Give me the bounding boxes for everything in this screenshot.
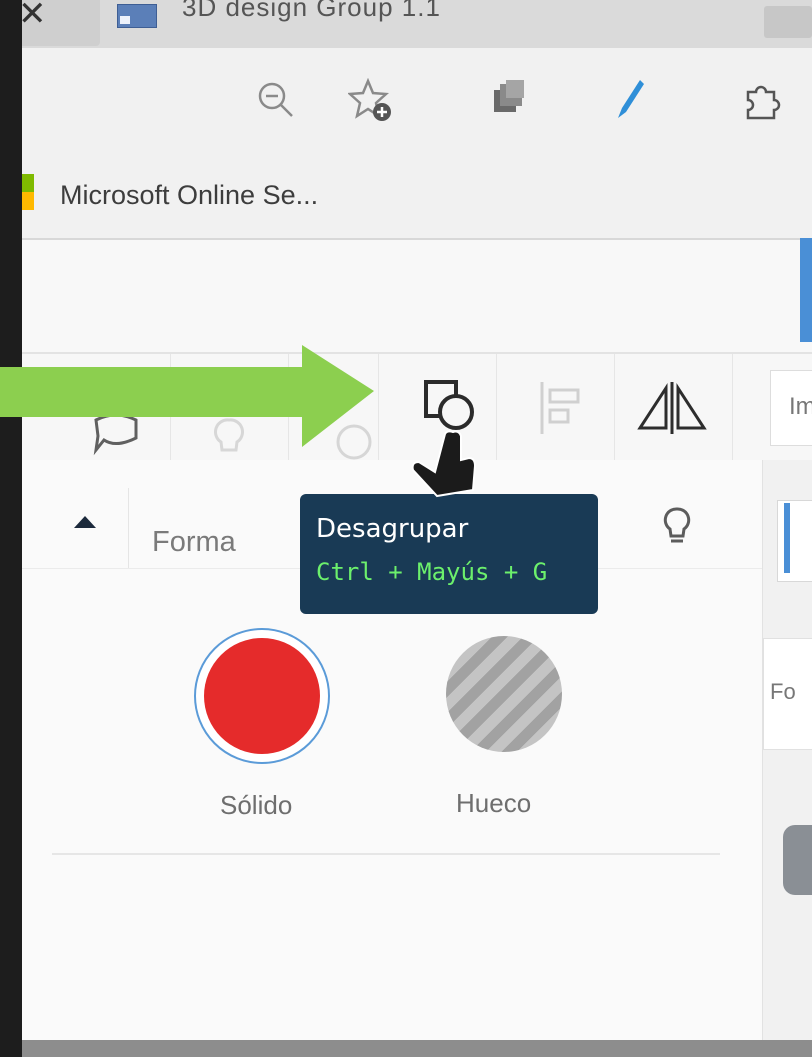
extensions-icon[interactable]	[740, 78, 786, 129]
tab-title[interactable]: 3D design Group 1.1	[182, 0, 441, 23]
accent-edge	[800, 238, 812, 342]
pen-icon[interactable]	[612, 78, 648, 127]
zoom-out-icon[interactable]	[254, 78, 298, 127]
app-header-area	[22, 240, 812, 352]
import-button[interactable]: Im	[770, 370, 812, 446]
tinkercad-favicon-icon	[117, 4, 157, 28]
solid-swatch	[204, 638, 320, 754]
microsoft-logo-icon	[22, 174, 34, 210]
close-icon: ✕	[22, 0, 47, 33]
side-thumbnail[interactable]	[783, 825, 812, 895]
side-field-label: Fo	[770, 679, 796, 704]
favorite-microsoft-online[interactable]: Microsoft Online Se...	[60, 180, 318, 211]
side-field[interactable]: Fo	[763, 638, 812, 750]
tooltip-title: Desagrupar	[316, 514, 469, 544]
align-tool[interactable]	[496, 354, 615, 462]
annotation-arrow-icon	[0, 345, 374, 447]
bottom-shade	[22, 1040, 812, 1057]
ungroup-tooltip: Desagrupar Ctrl + Mayús + G	[300, 494, 598, 614]
divider	[52, 853, 720, 855]
mirror-icon	[637, 382, 707, 434]
lightbulb-icon[interactable]	[662, 506, 692, 548]
left-bezel	[0, 0, 22, 1057]
hollow-label: Hueco	[456, 788, 532, 818]
solid-option[interactable]	[194, 628, 330, 764]
side-card[interactable]	[777, 500, 812, 582]
hollow-option[interactable]	[446, 636, 562, 752]
collapse-button[interactable]	[52, 488, 129, 568]
shape-panel-title: Forma	[152, 526, 236, 558]
hand-cursor-icon	[411, 430, 477, 498]
right-panel: Fo	[762, 460, 812, 1040]
mirror-tool[interactable]	[614, 354, 733, 462]
browser-toolbar	[22, 48, 812, 144]
caret-up-icon	[74, 516, 96, 528]
window-control-button[interactable]	[764, 6, 812, 38]
screen: ✕ 3D design Group 1.1 Microsoft Online S…	[22, 0, 812, 1057]
title-bar: ✕ 3D design Group 1.1	[22, 0, 812, 48]
favorites-bar: Microsoft Online Se...	[22, 144, 812, 240]
import-label: Im	[789, 393, 812, 420]
add-favorite-icon[interactable]	[346, 77, 396, 129]
align-icon	[540, 382, 580, 434]
solid-label: Sólido	[220, 790, 293, 820]
close-tab-button[interactable]: ✕	[22, 0, 100, 46]
tooltip-shortcut: Ctrl + Mayús + G	[316, 558, 548, 586]
collections-icon[interactable]	[488, 78, 532, 123]
